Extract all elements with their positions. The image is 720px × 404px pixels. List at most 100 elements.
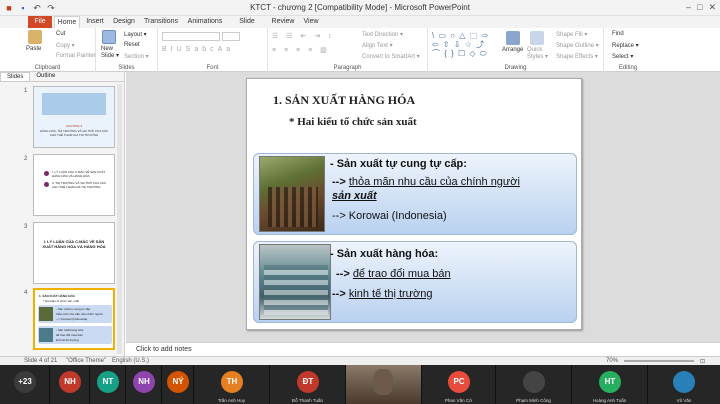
avatar: NH xyxy=(133,371,155,393)
minimize-icon[interactable]: – xyxy=(686,2,691,13)
box2-arrow: --> xyxy=(336,268,353,280)
quick-styles-button[interactable]: Quick Styles ▾ xyxy=(527,47,549,60)
participant-tile[interactable]: HT Hoàng Anh Tuấn xyxy=(572,365,648,404)
avatar xyxy=(523,371,545,393)
paste-icon[interactable] xyxy=(28,30,42,44)
content-box-self-sufficient[interactable]: - Sản xuất tự cung tự cấp: --> thỏa mãn … xyxy=(253,153,577,235)
thumb-bullet-text: II. THỊ TRƯỜNG VÀ VAI TRÒ CỦA CÁC CHỦ TH… xyxy=(52,181,107,189)
panel-scrollbar[interactable] xyxy=(117,84,122,354)
new-slide-button[interactable]: New Slide ▾ xyxy=(101,46,121,59)
participant-tile[interactable]: TH Trần Anh Huy xyxy=(194,365,270,404)
box2-line3: kinh tế thị trường xyxy=(348,288,433,300)
thumb-box-text: thỏa mãn nhu cầu của chính người xyxy=(56,312,103,316)
layout-button[interactable]: Layout ▾ xyxy=(124,31,147,38)
slides-group: New Slide ▾ Layout ▾ Reset Section ▾ Sli… xyxy=(96,28,158,72)
tab-file[interactable]: File xyxy=(28,16,52,28)
font-name-box[interactable] xyxy=(162,32,220,41)
participant-video[interactable] xyxy=(346,365,422,404)
avatar: +23 xyxy=(14,371,36,393)
thumb-number: 1 xyxy=(24,88,28,94)
participant-name: Phan Văn Cớ xyxy=(444,398,473,403)
new-slide-icon[interactable] xyxy=(102,30,116,44)
section-button[interactable]: Section ▾ xyxy=(124,53,149,60)
paragraph-group: ☰ ☰ ⇤ ⇥ ↕ ≡ ≡ ≡ ≡ ▥ Text Direction ▾ Ali… xyxy=(268,28,428,72)
tab-slide-show[interactable]: Slide Show xyxy=(230,16,264,37)
reset-button[interactable]: Reset xyxy=(124,42,140,48)
font-size-box[interactable] xyxy=(222,32,240,41)
avatar: TH xyxy=(221,371,243,393)
slide-thumbnail-3[interactable]: I. LÝ LUẬN CỦA C.MÁC VỀ SẢN XUẤT HÀNG HÓ… xyxy=(33,222,115,284)
thumb-box-text: --> Korowai (Indonesia) xyxy=(56,317,88,321)
zoom-level: 70% xyxy=(606,358,619,364)
slide-title[interactable]: 1. SẢN XUẤT HÀNG HÓA xyxy=(273,93,415,108)
thumb-heading: CHƯƠNG 2 xyxy=(65,124,83,128)
find-button[interactable]: Find xyxy=(612,31,624,37)
align-text-button[interactable]: Align Text ▾ xyxy=(362,42,393,49)
ribbon-tabs: File Home Insert Design Transitions Anim… xyxy=(0,16,720,37)
participant-tile[interactable]: PC Phan Văn Cớ xyxy=(422,365,496,404)
select-button[interactable]: Select ▾ xyxy=(612,53,633,60)
shapes-gallery[interactable]: \ ▭ ○ △ ⬚ ⇨ ⇦ ⇧ ⇩ ☆ ⤴ ⌒ { } ☐ ◇ ⬭ ▷ xyxy=(432,31,494,59)
notes-pane[interactable]: Click to add notes xyxy=(126,342,720,356)
close-icon[interactable]: ✕ xyxy=(708,2,716,13)
font-format-icons[interactable]: BIUSabcAa xyxy=(162,46,234,53)
shape-fill-button[interactable]: Shape Fill ▾ xyxy=(556,31,587,38)
text-direction-button[interactable]: Text Direction ▾ xyxy=(362,31,403,38)
participant-tile[interactable]: NH xyxy=(50,365,90,404)
tab-view[interactable]: View xyxy=(300,16,322,28)
tab-review[interactable]: Review xyxy=(270,16,296,28)
quick-styles-icon[interactable] xyxy=(530,31,544,45)
participant-tile[interactable]: ĐT Đỗ Thanh Tuấn xyxy=(270,365,346,404)
paste-button[interactable]: Paste xyxy=(26,46,41,52)
copy-button[interactable]: Copy ▾ xyxy=(56,42,75,49)
thumb-number: 3 xyxy=(24,224,28,230)
participant-tile[interactable]: Vũ Văn xyxy=(648,365,720,404)
participant-tile[interactable]: NH xyxy=(126,365,162,404)
avatar: NH xyxy=(59,371,81,393)
tab-outline[interactable]: Outline xyxy=(30,72,61,81)
participant-tile[interactable]: Phạm Minh Công xyxy=(496,365,572,404)
participant-tile[interactable]: NT xyxy=(90,365,126,404)
convert-smartart-button[interactable]: Convert to SmartArt ▾ xyxy=(362,53,420,60)
tab-home[interactable]: Home xyxy=(54,16,80,28)
participant-name: Phạm Minh Công xyxy=(516,398,551,403)
slide-subtitle[interactable]: * Hai kiểu tổ chức sản xuất xyxy=(289,116,417,128)
slide-thumbnail-2[interactable]: I. LÝ LUẬN CỦA C.MÁC VỀ SẢN XUẤT HÀNG HÓ… xyxy=(33,154,115,216)
maximize-icon[interactable]: □ xyxy=(697,2,702,13)
paragraph-align-icons[interactable]: ≡ ≡ ≡ ≡ ▥ xyxy=(272,46,330,54)
box2-line2: để trao đổi mua bán xyxy=(352,268,451,280)
thumb-text: HÀNG HÓA, THỊ TRƯỜNG VÀ VAI TRÒ CỦA CÁC … xyxy=(39,129,109,137)
participant-tile[interactable]: NÝ xyxy=(162,365,194,404)
paragraph-label: Paragraph xyxy=(333,65,362,71)
content-box-commodity[interactable]: - Sản xuất hàng hóa: --> để trao đổi mua… xyxy=(253,241,577,323)
tab-insert[interactable]: Insert xyxy=(84,16,106,28)
slide-thumbnail-1[interactable]: CHƯƠNG 2 HÀNG HÓA, THỊ TRƯỜNG VÀ VAI TRÒ… xyxy=(33,86,115,148)
thumb-box-text: - Sản xuất hàng hóa: xyxy=(56,328,84,332)
thumb-photo xyxy=(39,307,53,321)
cut-button[interactable]: Cut xyxy=(56,31,65,37)
replace-button[interactable]: Replace ▾ xyxy=(612,42,639,49)
editing-label: Editing xyxy=(618,65,638,71)
tab-design[interactable]: Design xyxy=(110,16,138,28)
font-group: BIUSabcAa Font xyxy=(158,28,268,72)
tab-transitions[interactable]: Transitions xyxy=(142,16,180,28)
thumb-bullet-text: I. LÝ LUẬN CỦA C.MÁC VỀ SẢN XUẤT HÀNG HÓ… xyxy=(52,170,106,178)
participant-tile[interactable]: +23 xyxy=(0,365,50,404)
clipboard-group: Paste Cut Copy ▾ Format Painter Clipboar… xyxy=(0,28,96,72)
status-language: English (U.S.) xyxy=(112,358,150,364)
fit-slide-icon[interactable]: ⊡ xyxy=(700,358,705,365)
tab-slides[interactable]: Slides xyxy=(0,72,31,81)
slide[interactable]: 1. SẢN XUẤT HÀNG HÓA * Hai kiểu tổ chức … xyxy=(246,78,582,330)
paragraph-list-icons[interactable]: ☰ ☰ ⇤ ⇥ ↕ xyxy=(272,32,335,40)
format-painter-button[interactable]: Format Painter xyxy=(56,53,96,59)
zoom-slider[interactable] xyxy=(624,360,694,362)
avatar xyxy=(673,371,695,393)
shape-outline-button[interactable]: Shape Outline ▾ xyxy=(556,42,599,49)
status-theme: "Office Theme" xyxy=(66,358,107,364)
arrange-button[interactable]: Arrange xyxy=(502,47,523,53)
thumb-text: I. LÝ LUẬN CỦA C.MÁC VỀ SẢN XUẤT HÀNG HÓ… xyxy=(42,239,106,249)
slide-thumbnail-4[interactable]: 1. SẢN XUẤT HÀNG HÓA * Hai kiểu tổ chức … xyxy=(33,288,115,350)
shape-effects-button[interactable]: Shape Effects ▾ xyxy=(556,53,598,60)
tab-animations[interactable]: Animations xyxy=(186,16,224,28)
arrange-icon[interactable] xyxy=(506,31,520,45)
